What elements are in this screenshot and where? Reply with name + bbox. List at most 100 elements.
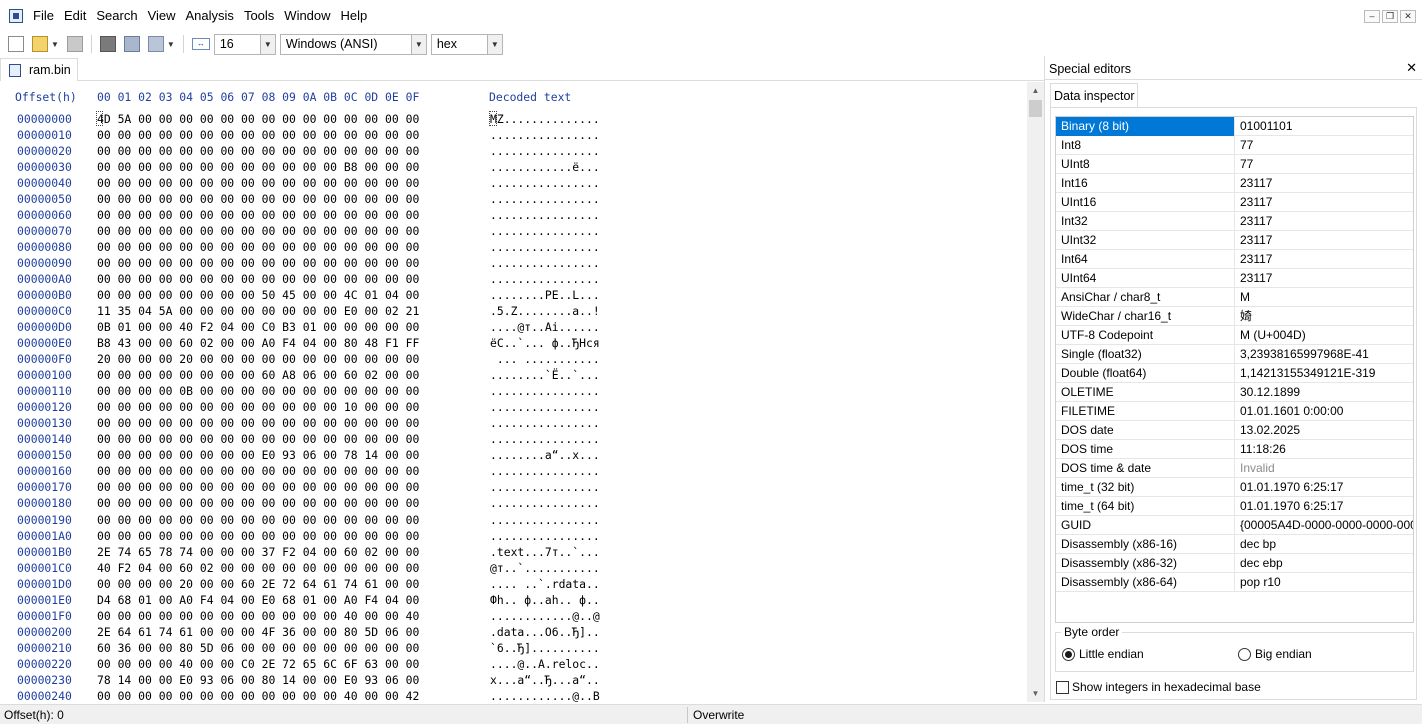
open-file-icon[interactable] <box>32 36 48 52</box>
inspector-row[interactable]: UTF-8 Codepoint M (U+004D) <box>1056 326 1413 345</box>
row-decoded-text[interactable]: @т..`........... <box>490 561 600 575</box>
row-decoded-text[interactable]: ............@..@ <box>490 609 600 623</box>
inspector-field-value[interactable]: 77 <box>1236 155 1413 174</box>
hex-row[interactable]: 00000040 00 00 00 00 00 00 00 00 00 00 00… <box>0 176 1027 192</box>
row-decoded-text[interactable]: ................ <box>490 480 600 494</box>
inspector-row[interactable]: FILETIME 01.01.1601 0:00:00 <box>1056 402 1413 421</box>
checkbox-icon[interactable] <box>1056 680 1069 694</box>
inspector-field-value[interactable]: 01.01.1970 6:25:17 <box>1236 478 1413 497</box>
inspector-field-value[interactable]: M (U+004D) <box>1236 326 1413 345</box>
inspector-field-value[interactable]: 23117 <box>1236 269 1413 288</box>
row-bytes[interactable]: 00 00 00 00 00 00 00 00 50 45 00 00 4C 0… <box>97 288 419 302</box>
inspector-row[interactable]: Disassembly (x86-16) dec bp <box>1056 535 1413 554</box>
big-endian-radio[interactable]: Big endian <box>1238 647 1312 661</box>
row-bytes[interactable]: 00 00 00 00 00 00 00 00 00 00 00 00 00 0… <box>97 416 419 430</box>
hex-row[interactable]: 00000090 00 00 00 00 00 00 00 00 00 00 00… <box>0 256 1027 272</box>
row-decoded-text[interactable]: ................ <box>490 176 600 190</box>
row-decoded-text[interactable]: ................ <box>490 144 600 158</box>
inspector-row[interactable]: WideChar / char16_t 婍 <box>1056 307 1413 326</box>
row-decoded-text[interactable]: .data...O6..Ђ].. <box>490 625 600 639</box>
row-bytes[interactable]: 00 00 00 00 00 00 00 00 00 00 00 00 00 0… <box>97 144 419 158</box>
open-disk-icon[interactable] <box>99 36 116 52</box>
hex-row[interactable]: 00000010 00 00 00 00 00 00 00 00 00 00 00… <box>0 128 1027 144</box>
row-decoded-text[interactable]: ........`Ё..`... <box>490 368 600 382</box>
menu-view[interactable]: View <box>143 0 181 32</box>
inspector-row[interactable]: DOS time 11:18:26 <box>1056 440 1413 459</box>
inspector-field-value[interactable]: 13.02.2025 <box>1236 421 1413 440</box>
inspector-field-value[interactable]: dec ebp <box>1236 554 1413 573</box>
inspector-field-value[interactable]: 30.12.1899 <box>1236 383 1413 402</box>
hex-row[interactable]: 00000020 00 00 00 00 00 00 00 00 00 00 00… <box>0 144 1027 160</box>
hex-row[interactable]: 00000200 2E 64 61 74 61 00 00 00 4F 36 00… <box>0 625 1027 641</box>
scroll-down-icon[interactable]: ▼ <box>1027 685 1044 702</box>
row-decoded-text[interactable]: .text...7т..`... <box>490 545 600 559</box>
row-bytes[interactable]: 00 00 00 00 00 00 00 00 00 00 00 00 00 0… <box>97 496 419 510</box>
inspector-row[interactable]: Int16 23117 <box>1056 174 1413 193</box>
chevron-down-icon[interactable]: ▼ <box>486 34 502 54</box>
row-bytes[interactable]: 00 00 00 00 00 00 00 00 00 00 00 00 40 0… <box>97 609 419 623</box>
menu-tools[interactable]: Tools <box>239 0 279 32</box>
menu-help[interactable]: Help <box>336 0 373 32</box>
inspector-field-value[interactable]: 23117 <box>1236 231 1413 250</box>
chevron-down-icon[interactable]: ▼ <box>259 34 275 54</box>
row-bytes[interactable]: 00 00 00 00 00 00 00 00 00 00 00 00 00 0… <box>97 128 419 142</box>
inspector-row[interactable]: UInt16 23117 <box>1056 193 1413 212</box>
inspector-row[interactable]: Disassembly (x86-64) pop r10 <box>1056 573 1413 592</box>
row-bytes[interactable]: 20 00 00 00 20 00 00 00 00 00 00 00 00 0… <box>97 352 419 366</box>
hex-row[interactable]: 000000D0 0B 01 00 00 40 F2 04 00 C0 B3 01… <box>0 320 1027 336</box>
row-decoded-text[interactable]: ........PE..L... <box>490 288 600 302</box>
hex-row[interactable]: 00000180 00 00 00 00 00 00 00 00 00 00 00… <box>0 496 1027 512</box>
row-decoded-text[interactable]: x...а“..Ђ...а“.. <box>490 673 600 687</box>
open-dropdown-icon[interactable]: ▼ <box>51 40 59 49</box>
hex-row[interactable]: 000001B0 2E 74 65 78 74 00 00 00 37 F2 04… <box>0 545 1027 561</box>
hex-row[interactable]: 00000050 00 00 00 00 00 00 00 00 00 00 00… <box>0 192 1027 208</box>
hex-row[interactable]: 000001A0 00 00 00 00 00 00 00 00 00 00 00… <box>0 529 1027 545</box>
inspector-row[interactable]: UInt8 77 <box>1056 155 1413 174</box>
row-bytes[interactable]: 00 00 00 00 00 00 00 00 00 00 00 00 00 0… <box>97 192 419 206</box>
hex-row[interactable]: 00000100 00 00 00 00 00 00 00 00 60 A8 06… <box>0 368 1027 384</box>
inspector-field-value[interactable]: 3,23938165997968E-41 <box>1236 345 1413 364</box>
row-decoded-text[interactable]: ................ <box>490 529 600 543</box>
inspector-row[interactable]: Int64 23117 <box>1056 250 1413 269</box>
restore-icon[interactable]: ❐ <box>1382 10 1398 23</box>
ram-dropdown-icon[interactable]: ▼ <box>167 40 175 49</box>
inspector-row[interactable]: Binary (8 bit) 01001101 <box>1056 117 1413 136</box>
hex-row[interactable]: 00000080 00 00 00 00 00 00 00 00 00 00 00… <box>0 240 1027 256</box>
view-mode-select[interactable]: hex ▼ <box>430 33 503 55</box>
hex-row[interactable]: 00000140 00 00 00 00 00 00 00 00 00 00 00… <box>0 432 1027 448</box>
row-decoded-text[interactable]: ................ <box>490 464 600 478</box>
hex-row[interactable]: 000000F0 20 00 00 00 20 00 00 00 00 00 00… <box>0 352 1027 368</box>
inspector-field-value[interactable]: 01001101 <box>1236 117 1413 136</box>
row-bytes[interactable]: 00 00 00 00 00 00 00 00 00 00 00 00 00 0… <box>97 529 419 543</box>
inspector-field-value[interactable]: 23117 <box>1236 193 1413 212</box>
row-decoded-text[interactable]: ............ё... <box>490 160 600 174</box>
inspector-field-value[interactable]: 婍 <box>1236 307 1413 326</box>
row-bytes[interactable]: 0B 01 00 00 40 F2 04 00 C0 B3 01 00 00 0… <box>97 320 419 334</box>
row-bytes[interactable]: 00 00 00 00 00 00 00 00 00 00 00 00 00 0… <box>97 224 419 238</box>
inspector-field-value[interactable]: 11:18:26 <box>1236 440 1413 459</box>
hex-row[interactable]: 00000220 00 00 00 00 40 00 00 C0 2E 72 65… <box>0 657 1027 673</box>
row-decoded-text[interactable]: ................ <box>490 208 600 222</box>
hex-row[interactable]: 000000A0 00 00 00 00 00 00 00 00 00 00 00… <box>0 272 1027 288</box>
bytes-per-row-select[interactable]: 16 ▼ <box>213 33 276 55</box>
menu-search[interactable]: Search <box>91 0 142 32</box>
tab-data-inspector[interactable]: Data inspector <box>1050 83 1138 108</box>
row-bytes[interactable]: 00 00 00 00 00 00 00 00 00 00 00 00 00 0… <box>97 208 419 222</box>
inspector-field-value[interactable]: 01.01.1970 6:25:17 <box>1236 497 1413 516</box>
hex-row[interactable]: 00000070 00 00 00 00 00 00 00 00 00 00 00… <box>0 224 1027 240</box>
row-bytes[interactable]: 11 35 04 5A 00 00 00 00 00 00 00 00 E0 0… <box>97 304 419 318</box>
menu-file[interactable]: File <box>32 0 59 32</box>
row-decoded-text[interactable]: ёC..`... ф..ЂHся <box>490 336 600 350</box>
row-bytes[interactable]: 00 00 00 00 00 00 00 00 00 00 00 00 00 0… <box>97 480 419 494</box>
hex-row[interactable]: 00000160 00 00 00 00 00 00 00 00 00 00 00… <box>0 464 1027 480</box>
hex-row[interactable]: 000001E0 D4 68 01 00 A0 F4 04 00 E0 68 01… <box>0 593 1027 609</box>
row-decoded-text[interactable]: ................ <box>490 256 600 270</box>
row-bytes[interactable]: 00 00 00 00 00 00 00 00 E0 93 06 00 78 1… <box>97 448 419 462</box>
inspector-row[interactable]: time_t (64 bit) 01.01.1970 6:25:17 <box>1056 497 1413 516</box>
row-bytes[interactable]: 00 00 00 00 00 00 00 00 00 00 00 00 00 0… <box>97 256 419 270</box>
scroll-up-icon[interactable]: ▲ <box>1027 82 1044 99</box>
inspector-field-value[interactable]: 01.01.1601 0:00:00 <box>1236 402 1413 421</box>
row-bytes[interactable]: 00 00 00 00 00 00 00 00 00 00 00 00 40 0… <box>97 689 419 702</box>
row-decoded-text[interactable]: ................ <box>490 192 600 206</box>
menu-edit[interactable]: Edit <box>59 0 91 32</box>
